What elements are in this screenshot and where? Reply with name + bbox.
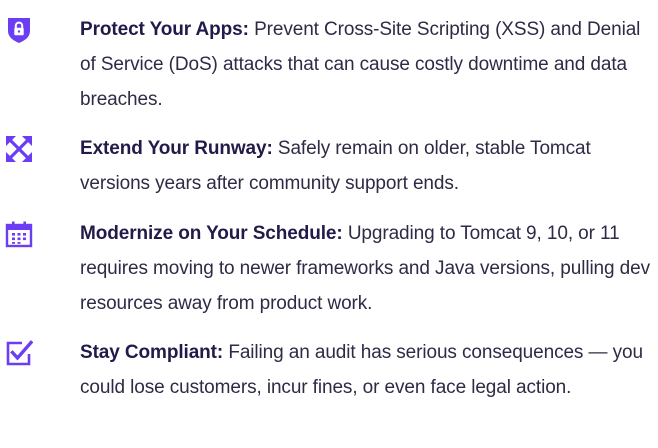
benefit-title: Modernize on Your Schedule: bbox=[80, 223, 343, 244]
expand-arrows-icon bbox=[5, 135, 33, 163]
benefit-title: Stay Compliant: bbox=[80, 342, 224, 363]
benefit-text: Protect Your Apps: Prevent Cross-Site Sc… bbox=[80, 12, 656, 117]
benefit-title: Extend Your Runway: bbox=[80, 138, 273, 159]
checkbox-check-icon bbox=[5, 339, 33, 367]
calendar-icon bbox=[5, 220, 33, 248]
benefits-list: Protect Your Apps: Prevent Cross-Site Sc… bbox=[0, 0, 658, 448]
shield-lock-icon bbox=[5, 16, 33, 44]
benefit-text: Modernize on Your Schedule: Upgrading to… bbox=[80, 216, 656, 321]
benefit-text: Extend Your Runway: Safely remain on old… bbox=[80, 131, 656, 201]
benefit-title: Protect Your Apps: bbox=[80, 19, 249, 40]
benefit-text: Stay Compliant: Failing an audit has ser… bbox=[80, 335, 656, 405]
